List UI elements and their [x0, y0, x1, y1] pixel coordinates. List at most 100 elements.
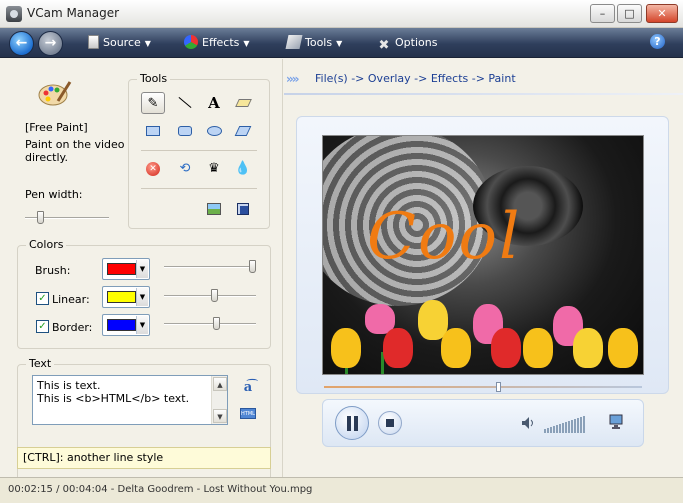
- pause-button[interactable]: [335, 406, 369, 440]
- speaker-icon[interactable]: [521, 416, 535, 430]
- menu-tools-label: Tools: [305, 36, 333, 49]
- chevron-down-icon[interactable]: ▼: [136, 316, 148, 334]
- status-bar: 00:02:15 / 00:04:04 - Delta Goodrem - Lo…: [0, 477, 683, 503]
- scroll-down-icon[interactable]: ▼: [213, 409, 227, 423]
- linear-opacity-slider[interactable]: [164, 289, 256, 303]
- open-image-button[interactable]: [202, 198, 226, 220]
- close-button[interactable]: ✕: [646, 4, 678, 23]
- ellipse-icon: [206, 125, 222, 136]
- tools-separator: [141, 150, 257, 151]
- scroll-up-icon[interactable]: ▲: [213, 377, 227, 391]
- chevron-down-icon[interactable]: ▼: [136, 288, 148, 306]
- volume-bar: [550, 427, 552, 433]
- app-logo-icon: [6, 6, 22, 22]
- polygon-tool-button[interactable]: [231, 120, 255, 142]
- volume-bar: [556, 425, 558, 433]
- rectangle-tool-button[interactable]: [141, 120, 165, 142]
- stop-button[interactable]: [378, 411, 402, 435]
- seek-thumb[interactable]: [496, 382, 501, 392]
- maximize-button[interactable]: □: [617, 4, 642, 23]
- volume-bar: [553, 426, 555, 433]
- title-bar: VCam Manager – □ ✕: [0, 0, 683, 28]
- border-color-picker[interactable]: ▼: [102, 314, 150, 336]
- text-group-title: Text: [26, 357, 55, 370]
- fill-button[interactable]: ♛: [202, 158, 226, 180]
- tools-separator: [141, 188, 257, 189]
- pause-icon: [347, 416, 351, 431]
- brush-opacity-slider[interactable]: [164, 260, 256, 274]
- image-icon: [207, 202, 221, 215]
- border-label: Border:: [52, 321, 93, 334]
- pencil-icon: ✎: [147, 96, 159, 111]
- border-swatch: [107, 319, 136, 331]
- chevron-right-icon: »»: [286, 72, 299, 86]
- linear-color-picker[interactable]: ▼: [102, 286, 150, 308]
- app-window: VCam Manager – □ ✕ ← → Source ▼ Effects ▼ …: [0, 0, 683, 503]
- droplet-icon: 💧: [234, 161, 252, 176]
- pencil-tool-button[interactable]: ✎: [141, 92, 165, 114]
- volume-bar: [559, 424, 561, 433]
- eraser-tool-button[interactable]: [231, 92, 255, 114]
- menu-options[interactable]: ✖ Options: [377, 35, 438, 53]
- menu-effects-label: Effects: [202, 36, 240, 49]
- video-preview[interactable]: Cool: [322, 135, 644, 375]
- border-opacity-slider[interactable]: [164, 317, 256, 331]
- tulip: [441, 328, 471, 368]
- text-line: This is <b>HTML</b> text.: [37, 392, 190, 405]
- playback-controls: [322, 399, 644, 447]
- slider-thumb[interactable]: [213, 317, 220, 330]
- brush-color-picker[interactable]: ▼: [102, 258, 150, 280]
- seek-track: [324, 386, 642, 388]
- menu-options-label: Options: [395, 36, 438, 49]
- slider-track: [164, 266, 256, 268]
- linear-checkbox[interactable]: ✓: [36, 292, 49, 305]
- menu-source[interactable]: Source ▼: [88, 35, 151, 51]
- volume-slider[interactable]: [544, 413, 588, 433]
- preview-panel: »» File(s) -> Overlay -> Effects -> Pain…: [284, 59, 683, 477]
- breadcrumb-path[interactable]: File(s) -> Overlay -> Effects -> Paint: [315, 69, 516, 89]
- overlay-text-input[interactable]: This is text. This is <b>HTML</b> text. …: [32, 375, 228, 425]
- text-scrollbar[interactable]: ▲ ▼: [211, 376, 227, 424]
- eraser-icon: [234, 98, 252, 107]
- help-icon[interactable]: ?: [650, 34, 665, 49]
- seek-bar[interactable]: [324, 382, 642, 392]
- html-icon: HTML: [240, 408, 256, 419]
- save-button[interactable]: [231, 198, 255, 220]
- pen-width-slider[interactable]: [25, 211, 109, 225]
- breadcrumb: »» File(s) -> Overlay -> Effects -> Pain…: [284, 69, 683, 89]
- pen-width-label: Pen width:: [25, 188, 83, 201]
- slider-thumb[interactable]: [249, 260, 256, 273]
- slider-thumb[interactable]: [37, 211, 44, 224]
- html-mode-button[interactable]: HTML: [236, 403, 260, 425]
- font-button[interactable]: a͡: [236, 377, 260, 399]
- menu-tools[interactable]: Tools ▼: [285, 35, 342, 51]
- chevron-down-icon[interactable]: ▼: [136, 260, 148, 278]
- brush-swatch: [107, 263, 136, 275]
- border-checkbox[interactable]: ✓: [36, 320, 49, 333]
- undo-button[interactable]: ⟲: [173, 158, 197, 180]
- tulip: [383, 328, 413, 368]
- menu-effects[interactable]: Effects ▼: [184, 35, 250, 51]
- main-toolbar: ← → Source ▼ Effects ▼ Tools ▼ ✖ Options ?: [0, 28, 683, 58]
- minimize-button[interactable]: –: [590, 4, 615, 23]
- text-tool-button[interactable]: A: [202, 92, 226, 114]
- ellipse-tool-button[interactable]: [202, 120, 226, 142]
- paint-bucket-icon: ♛: [208, 161, 220, 176]
- arrow-left-icon: ←: [15, 35, 28, 51]
- text-a-icon: A: [208, 94, 220, 112]
- slider-thumb[interactable]: [211, 289, 218, 302]
- current-tool-name: [Free Paint]: [25, 121, 88, 134]
- palette-icon: [38, 81, 72, 106]
- monitor-icon[interactable]: [609, 414, 623, 430]
- save-icon: [237, 202, 249, 215]
- line-tool-button[interactable]: [173, 92, 197, 114]
- forward-button[interactable]: →: [38, 31, 63, 56]
- back-button[interactable]: ←: [9, 31, 34, 56]
- rounded-rect-tool-button[interactable]: [173, 120, 197, 142]
- volume-bar: [580, 417, 582, 433]
- slider-track: [164, 323, 256, 325]
- volume-bar: [571, 420, 573, 433]
- clear-icon: ✕: [146, 161, 160, 176]
- opacity-button[interactable]: 💧: [231, 158, 255, 180]
- clear-button[interactable]: ✕: [141, 158, 165, 180]
